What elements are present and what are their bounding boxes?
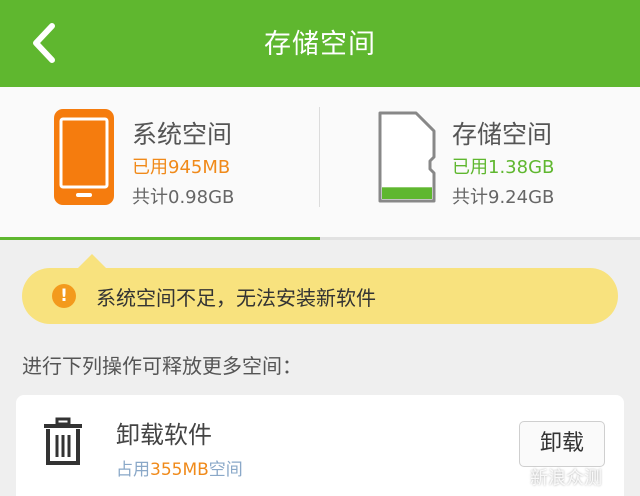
system-storage-name: 系统空间 xyxy=(132,120,233,149)
system-storage-tab[interactable]: 系统空间 已用945MB 共计0.98GB xyxy=(0,87,320,237)
selected-tab-indicator xyxy=(0,237,320,240)
storage-warning-banner: ! 系统空间不足，无法安装新软件 xyxy=(22,254,618,324)
system-storage-total: 共计0.98GB xyxy=(132,187,235,208)
card-title: 卸载软件 xyxy=(116,421,212,449)
external-storage-used: 已用1.38GB xyxy=(452,157,555,178)
external-storage-total: 共计9.24GB xyxy=(452,187,555,208)
card-subtitle: 占用355MB空间 xyxy=(116,455,243,480)
system-storage-used: 已用945MB xyxy=(132,157,231,178)
page-title: 存储空间 xyxy=(264,29,376,60)
warning-icon: ! xyxy=(52,284,76,308)
uninstall-button[interactable]: 卸载 xyxy=(519,421,605,467)
storage-overview: 系统空间 已用945MB 共计0.98GB 存储空间 已用1.38GB 共计9.… xyxy=(0,87,640,240)
warning-text: 系统空间不足，无法安装新软件 xyxy=(96,286,376,310)
tab-indicator-track xyxy=(0,237,640,240)
card-sub-value: 355MB xyxy=(150,460,209,480)
free-space-hint: 进行下列操作可释放更多空间： xyxy=(22,354,302,378)
card-sub-suffix: 空间 xyxy=(208,460,243,480)
watermark: 新浪众测 xyxy=(530,468,602,489)
trash-icon xyxy=(44,417,82,465)
external-storage-tab[interactable]: 存储空间 已用1.38GB 共计9.24GB xyxy=(320,87,640,237)
sd-card-icon xyxy=(378,111,436,203)
card-sub-prefix: 占用 xyxy=(116,460,150,480)
top-app-bar: 存储空间 xyxy=(0,0,640,87)
phone-icon xyxy=(54,109,114,205)
warning-pointer xyxy=(78,254,106,268)
external-storage-name: 存储空间 xyxy=(452,120,553,149)
